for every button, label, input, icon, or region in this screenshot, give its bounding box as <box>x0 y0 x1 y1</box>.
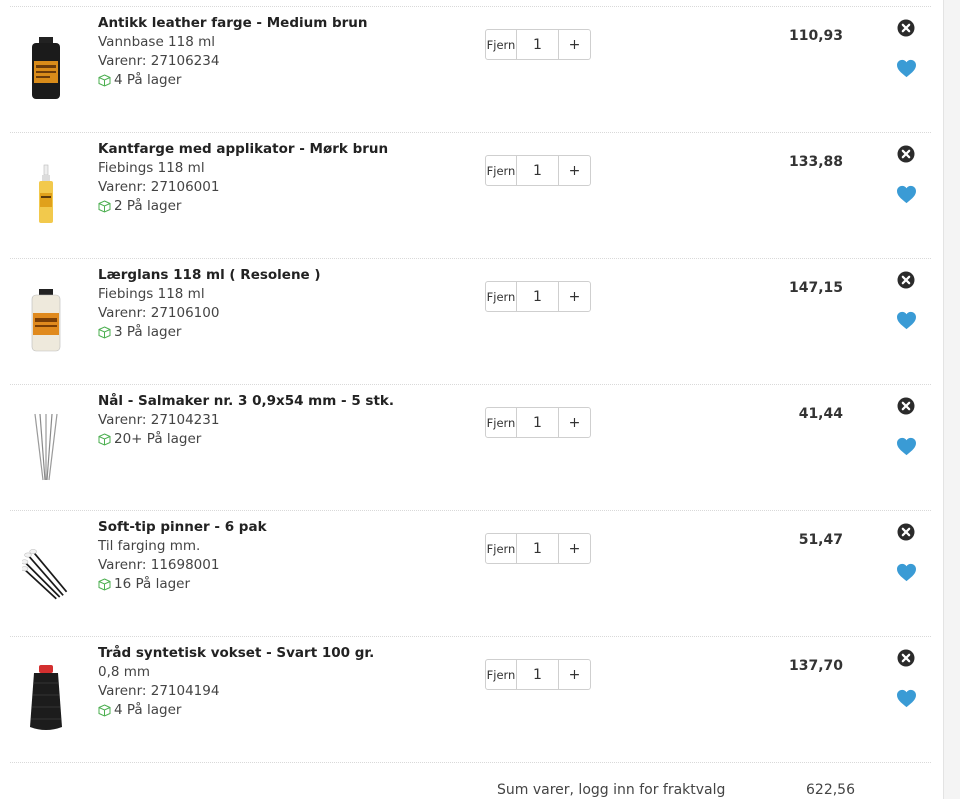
product-sku: Varenr: 27104194 <box>98 683 220 699</box>
box-icon <box>98 433 111 446</box>
cart-row: Soft-tip pinner - 6 pak Til farging mm. … <box>10 511 931 637</box>
heart-icon[interactable] <box>896 437 917 456</box>
cart-summary: Sum varer, logg inn for fraktvalg 622,56 <box>0 780 960 799</box>
page-scrollbar[interactable] <box>943 0 960 799</box>
quantity-value[interactable]: 1 <box>517 282 559 311</box>
product-sku: Varenr: 27106234 <box>98 53 220 69</box>
product-info: Lærglans 118 ml ( Resolene ) Fiebings 11… <box>98 266 458 342</box>
item-price: 41,44 <box>798 406 843 422</box>
heart-icon[interactable] <box>896 185 917 204</box>
summary-total: 622,56 <box>806 782 855 798</box>
close-circle-icon[interactable] <box>897 649 915 667</box>
increase-button[interactable]: + <box>559 408 590 437</box>
product-subtitle: Fiebings 118 ml <box>98 160 205 176</box>
product-subtitle: Vannbase 118 ml <box>98 34 216 50</box>
item-price: 147,15 <box>788 280 843 296</box>
stock-status: 3 På lager <box>98 323 458 342</box>
stock-label: 20+ På lager <box>114 431 202 447</box>
product-image[interactable] <box>22 403 70 491</box>
close-circle-icon[interactable] <box>897 19 915 37</box>
product-subtitle: Til farging mm. <box>98 538 201 554</box>
quantity-stepper: Fjern 1 + <box>485 407 591 438</box>
increase-button[interactable]: + <box>559 156 590 185</box>
stock-label: 3 På lager <box>114 324 182 340</box>
product-sku: Varenr: 27104231 <box>98 412 220 428</box>
box-icon <box>98 704 111 717</box>
quantity-stepper: Fjern 1 + <box>485 533 591 564</box>
increase-button[interactable]: + <box>559 660 590 689</box>
product-info: Soft-tip pinner - 6 pak Til farging mm. … <box>98 518 458 594</box>
cart-row: Kantfarge med applikator - Mørk brun Fie… <box>10 133 931 259</box>
summary-label: Sum varer, logg inn for fraktvalg <box>497 782 726 798</box>
increase-button[interactable]: + <box>559 282 590 311</box>
quantity-stepper: Fjern 1 + <box>485 155 591 186</box>
increase-button[interactable]: + <box>559 534 590 563</box>
heart-icon[interactable] <box>896 311 917 330</box>
product-image[interactable] <box>22 151 70 239</box>
product-subtitle: Fiebings 118 ml <box>98 286 205 302</box>
item-price: 133,88 <box>788 154 843 170</box>
box-icon <box>98 578 111 591</box>
stock-status: 4 På lager <box>98 701 458 720</box>
remove-button[interactable]: Fjern <box>486 534 517 563</box>
quantity-value[interactable]: 1 <box>517 30 559 59</box>
product-info: Tråd syntetisk vokset - Svart 100 gr. 0,… <box>98 644 458 720</box>
remove-button[interactable]: Fjern <box>486 282 517 311</box>
product-sku: Varenr: 27106001 <box>98 179 220 195</box>
heart-icon[interactable] <box>896 689 917 708</box>
close-circle-icon[interactable] <box>897 397 915 415</box>
product-title[interactable]: Antikk leather farge - Medium brun <box>98 14 458 33</box>
stock-status: 2 På lager <box>98 197 458 216</box>
stock-status: 16 På lager <box>98 575 458 594</box>
item-price: 51,47 <box>798 532 843 548</box>
close-circle-icon[interactable] <box>897 145 915 163</box>
cart-row: Tråd syntetisk vokset - Svart 100 gr. 0,… <box>10 637 931 763</box>
remove-button[interactable]: Fjern <box>486 660 517 689</box>
product-sku: Varenr: 11698001 <box>98 557 220 573</box>
close-circle-icon[interactable] <box>897 271 915 289</box>
product-title[interactable]: Lærglans 118 ml ( Resolene ) <box>98 266 458 285</box>
product-image[interactable] <box>22 277 70 365</box>
heart-icon[interactable] <box>896 59 917 78</box>
remove-button[interactable]: Fjern <box>486 156 517 185</box>
box-icon <box>98 74 111 87</box>
quantity-stepper: Fjern 1 + <box>485 659 591 690</box>
increase-button[interactable]: + <box>559 30 590 59</box>
box-icon <box>98 200 111 213</box>
quantity-value[interactable]: 1 <box>517 660 559 689</box>
product-title[interactable]: Tråd syntetisk vokset - Svart 100 gr. <box>98 644 458 663</box>
product-sku: Varenr: 27106100 <box>98 305 220 321</box>
box-icon <box>98 326 111 339</box>
remove-button[interactable]: Fjern <box>486 408 517 437</box>
stock-label: 2 På lager <box>114 198 182 214</box>
stock-status: 4 På lager <box>98 71 458 90</box>
cart-row: Nål - Salmaker nr. 3 0,9x54 mm - 5 stk. … <box>10 385 931 511</box>
product-subtitle: 0,8 mm <box>98 664 151 680</box>
quantity-value[interactable]: 1 <box>517 534 559 563</box>
product-title[interactable]: Nål - Salmaker nr. 3 0,9x54 mm - 5 stk. <box>98 392 458 411</box>
product-title[interactable]: Kantfarge med applikator - Mørk brun <box>98 140 458 159</box>
stock-label: 4 På lager <box>114 72 182 88</box>
product-image[interactable] <box>22 655 70 743</box>
quantity-value[interactable]: 1 <box>517 408 559 437</box>
heart-icon[interactable] <box>896 563 917 582</box>
close-circle-icon[interactable] <box>897 523 915 541</box>
item-price: 110,93 <box>788 28 843 44</box>
quantity-value[interactable]: 1 <box>517 156 559 185</box>
product-info: Nål - Salmaker nr. 3 0,9x54 mm - 5 stk. … <box>98 392 458 449</box>
product-info: Kantfarge med applikator - Mørk brun Fie… <box>98 140 458 216</box>
stock-status: 20+ På lager <box>98 430 458 449</box>
product-image[interactable] <box>22 529 70 617</box>
item-price: 137,70 <box>788 658 843 674</box>
product-image[interactable] <box>22 25 70 113</box>
cart-row: Antikk leather farge - Medium brun Vannb… <box>10 7 931 133</box>
quantity-stepper: Fjern 1 + <box>485 29 591 60</box>
stock-label: 16 På lager <box>114 576 191 592</box>
quantity-stepper: Fjern 1 + <box>485 281 591 312</box>
product-title[interactable]: Soft-tip pinner - 6 pak <box>98 518 458 537</box>
remove-button[interactable]: Fjern <box>486 30 517 59</box>
cart-row: Lærglans 118 ml ( Resolene ) Fiebings 11… <box>10 259 931 385</box>
stock-label: 4 På lager <box>114 702 182 718</box>
product-info: Antikk leather farge - Medium brun Vannb… <box>98 14 458 90</box>
